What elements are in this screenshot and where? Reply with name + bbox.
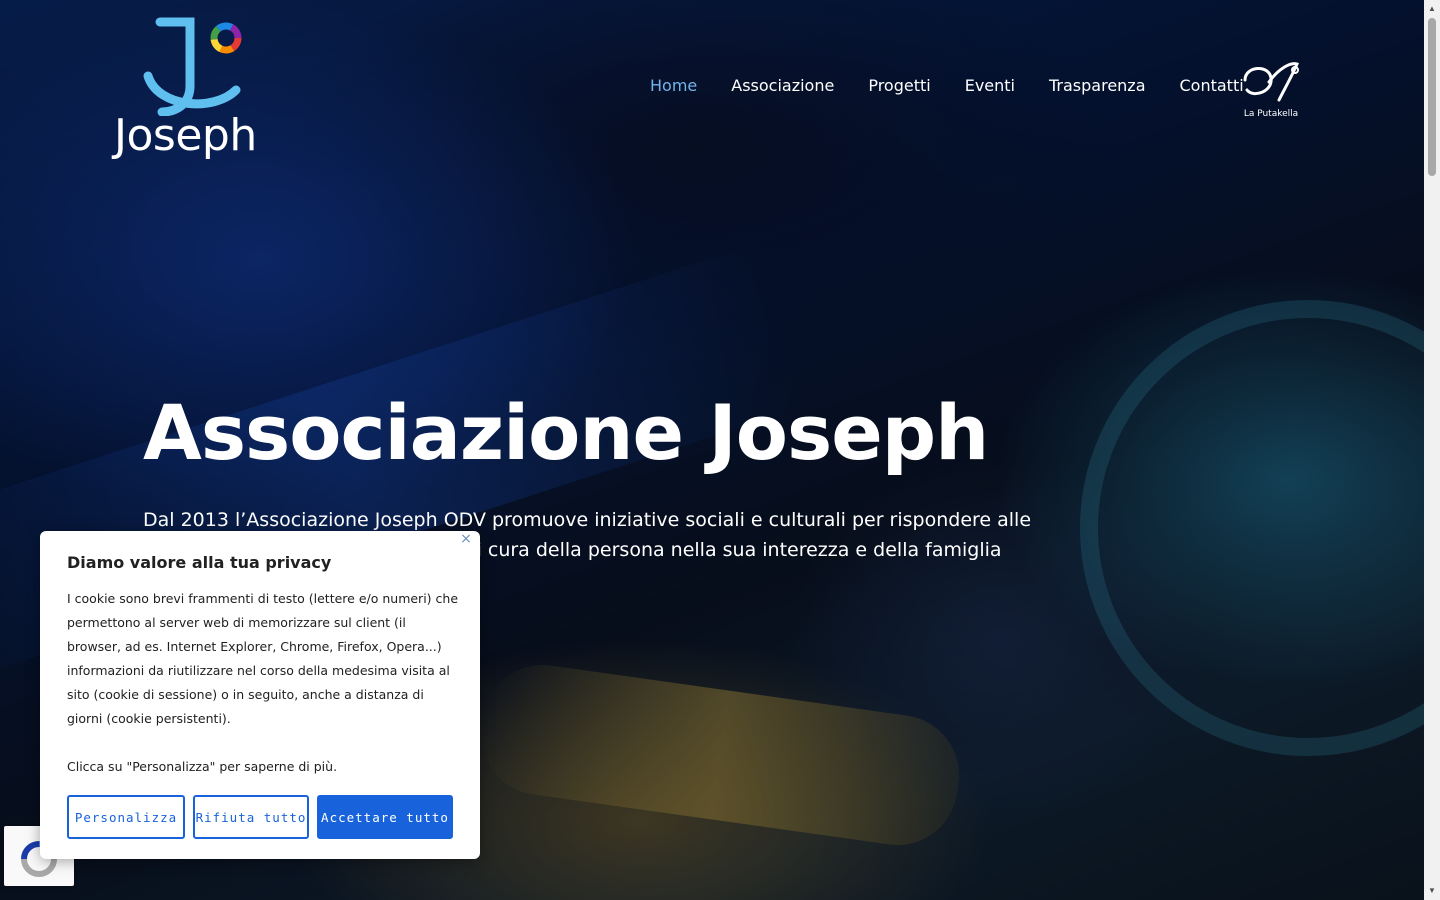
logo-mark-icon: [143, 17, 242, 116]
nav-item-trasparenza[interactable]: Trasparenza: [1049, 76, 1146, 95]
cookie-banner-actions: Personalizza Rifiuta tutto Accettare tut…: [67, 795, 453, 839]
cookie-consent-banner: × Diamo valore alla tua privacy I cookie…: [40, 531, 480, 859]
partner-logo-mark-icon: [1243, 62, 1299, 102]
reject-all-button[interactable]: Rifiuta tutto: [193, 795, 309, 839]
accept-all-button[interactable]: Accettare tutto: [317, 795, 453, 839]
page-scrollbar[interactable]: ▲ ▼: [1424, 0, 1440, 900]
hero-title: Associazione Joseph: [143, 388, 989, 477]
customize-button[interactable]: Personalizza: [67, 795, 185, 839]
cookie-banner-text: I cookie sono brevi frammenti di testo (…: [67, 591, 459, 726]
nav-item-home[interactable]: Home: [650, 76, 697, 95]
nav-item-contatti[interactable]: Contatti: [1180, 76, 1244, 95]
scrollbar-thumb[interactable]: [1428, 18, 1436, 176]
site-logo[interactable]: Joseph: [114, 16, 284, 166]
partner-logo-text: La Putakella: [1243, 109, 1299, 119]
nav-item-associazione[interactable]: Associazione: [731, 76, 834, 95]
scroll-down-arrow-icon[interactable]: ▼: [1424, 884, 1440, 898]
scroll-up-arrow-icon[interactable]: ▲: [1424, 2, 1440, 16]
cookie-banner-body: I cookie sono brevi frammenti di testo (…: [67, 587, 459, 779]
cookie-banner-title: Diamo valore alla tua privacy: [67, 553, 332, 572]
main-navigation: Home Associazione Progetti Eventi Traspa…: [650, 76, 1278, 95]
nav-item-eventi[interactable]: Eventi: [965, 76, 1015, 95]
close-icon[interactable]: ×: [458, 531, 474, 549]
nav-item-progetti[interactable]: Progetti: [868, 76, 930, 95]
logo-wordmark: Joseph: [114, 110, 257, 161]
cookie-banner-hint: Clicca su "Personalizza" per saperne di …: [67, 759, 338, 774]
partner-logo[interactable]: La Putakella: [1238, 58, 1304, 119]
